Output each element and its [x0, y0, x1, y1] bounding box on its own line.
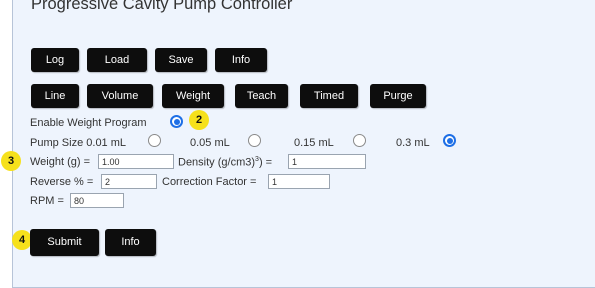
pump-size-label: Pump Size 0.01 mL	[30, 137, 127, 149]
density-label: Density (g/cm3)3) =	[178, 156, 273, 169]
reverse-input[interactable]	[101, 174, 157, 189]
rpm-input[interactable]	[70, 193, 124, 208]
tab-line[interactable]: Line	[31, 84, 79, 108]
pump-size-radio-0-15[interactable]	[353, 134, 366, 147]
step-badge-4: 4	[12, 230, 32, 250]
tab-weight[interactable]: Weight	[162, 84, 224, 108]
tab-timed[interactable]: Timed	[300, 84, 358, 108]
page-title: Progressive Cavity Pump Controller	[31, 0, 293, 13]
weight-input[interactable]	[98, 154, 174, 169]
tab-purge[interactable]: Purge	[370, 84, 426, 108]
tab-teach[interactable]: Teach	[235, 84, 288, 108]
correction-factor-label: Correction Factor =	[162, 176, 257, 188]
info-button-bottom[interactable]: Info	[105, 229, 156, 256]
rpm-label: RPM =	[30, 195, 64, 207]
pump-size-option-label: 0.3 mL	[396, 137, 430, 149]
save-button[interactable]: Save	[155, 48, 207, 72]
enable-weight-label: Enable Weight Program	[30, 117, 147, 129]
enable-weight-radio[interactable]	[170, 115, 183, 128]
pump-size-radio-0-3[interactable]	[443, 134, 456, 147]
tab-volume[interactable]: Volume	[87, 84, 153, 108]
weight-label: Weight (g) =	[30, 156, 91, 168]
pump-size-option-label: 0.15 mL	[294, 137, 334, 149]
correction-factor-input[interactable]	[268, 174, 330, 189]
pump-size-option-label: 0.05 mL	[190, 137, 230, 149]
submit-button[interactable]: Submit	[30, 229, 99, 256]
load-button[interactable]: Load	[87, 48, 147, 72]
step-badge-3: 3	[1, 151, 21, 171]
info-button-top[interactable]: Info	[215, 48, 267, 72]
pump-size-option-label: 0.01 mL	[86, 137, 127, 149]
density-input[interactable]	[288, 154, 366, 169]
reverse-label: Reverse % =	[30, 176, 94, 188]
pump-size-radio-0-01[interactable]	[148, 134, 161, 147]
step-badge-2: 2	[189, 110, 209, 130]
pump-size-radio-0-05[interactable]	[248, 134, 261, 147]
log-button[interactable]: Log	[31, 48, 79, 72]
